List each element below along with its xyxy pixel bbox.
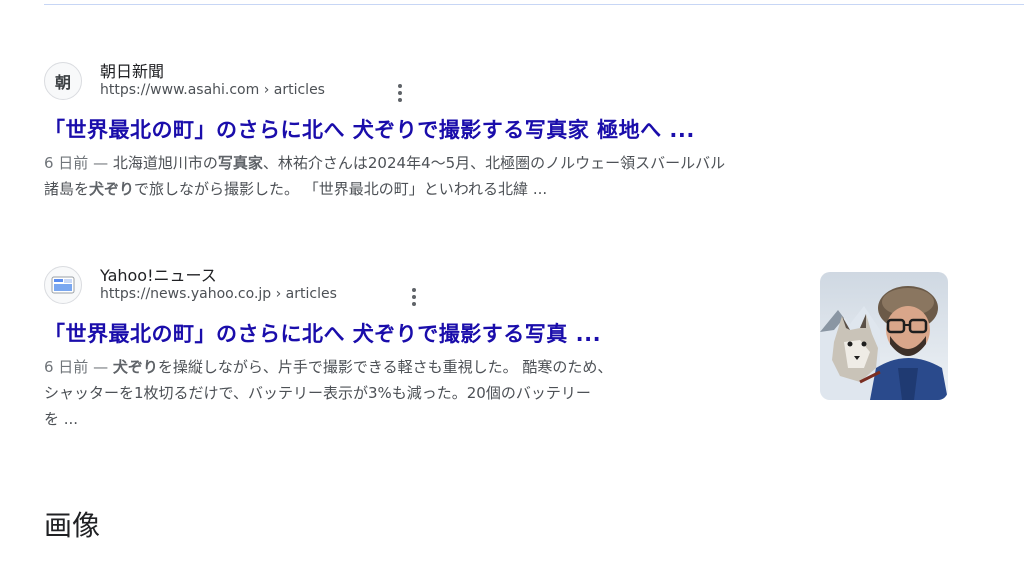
yahoo-news-favicon-icon xyxy=(44,266,82,304)
images-section-heading: 画像 xyxy=(44,509,101,542)
result-snippet: 6 日前 — 北海道旭川市の写真家、林祐介さんは2024年4〜5月、北極圏のノル… xyxy=(44,150,725,202)
result-snippet: 6 日前 — 犬ぞりを操縦しながら、片手で撮影できる軽さも重視した。 酷寒のため… xyxy=(44,354,612,432)
search-result-yahoo: Yahoo!ニュース https://news.yahoo.co.jp › ar… xyxy=(44,266,612,432)
snippet-line: 諸島を犬ぞりで旅しながら撮影した。 「世界最北の町」といわれる北緯 ... xyxy=(44,180,548,198)
snippet-line: を ... xyxy=(44,410,79,428)
top-divider xyxy=(44,4,1024,5)
result-source[interactable]: 朝 朝日新聞 https://www.asahi.com › articles xyxy=(44,62,725,106)
site-name: 朝日新聞 xyxy=(100,62,165,81)
site-name: Yahoo!ニュース xyxy=(100,266,217,285)
result-thumbnail-image[interactable] xyxy=(820,272,948,400)
search-results-page: 朝 朝日新聞 https://www.asahi.com › articles … xyxy=(0,0,1024,567)
more-vert-icon[interactable] xyxy=(390,82,410,104)
snippet-line: 6 日前 — 犬ぞりを操縦しながら、片手で撮影できる軽さも重視した。 酷寒のため… xyxy=(44,358,613,376)
result-title-link[interactable]: 「世界最北の町」のさらに北へ 犬ぞりで撮影する写真 ... xyxy=(44,318,612,350)
snippet-line: 6 日前 — 北海道旭川市の写真家、林祐介さんは2024年4〜5月、北極圏のノル… xyxy=(44,154,726,172)
asahi-favicon-icon: 朝 xyxy=(44,62,82,100)
snippet-line: シャッターを1枚切るだけで、バッテリー表示が3%も減った。20個のバッテリー xyxy=(44,384,591,402)
site-url: https://www.asahi.com › articles xyxy=(100,82,325,98)
site-url: https://news.yahoo.co.jp › articles xyxy=(100,286,337,302)
more-vert-icon[interactable] xyxy=(404,286,424,308)
photographer-with-sled-dog-icon xyxy=(820,272,948,400)
search-result-asahi: 朝 朝日新聞 https://www.asahi.com › articles … xyxy=(44,62,725,202)
result-source[interactable]: Yahoo!ニュース https://news.yahoo.co.jp › ar… xyxy=(44,266,612,310)
result-title-link[interactable]: 「世界最北の町」のさらに北へ 犬ぞりで撮影する写真家 極地へ ... xyxy=(44,114,725,146)
